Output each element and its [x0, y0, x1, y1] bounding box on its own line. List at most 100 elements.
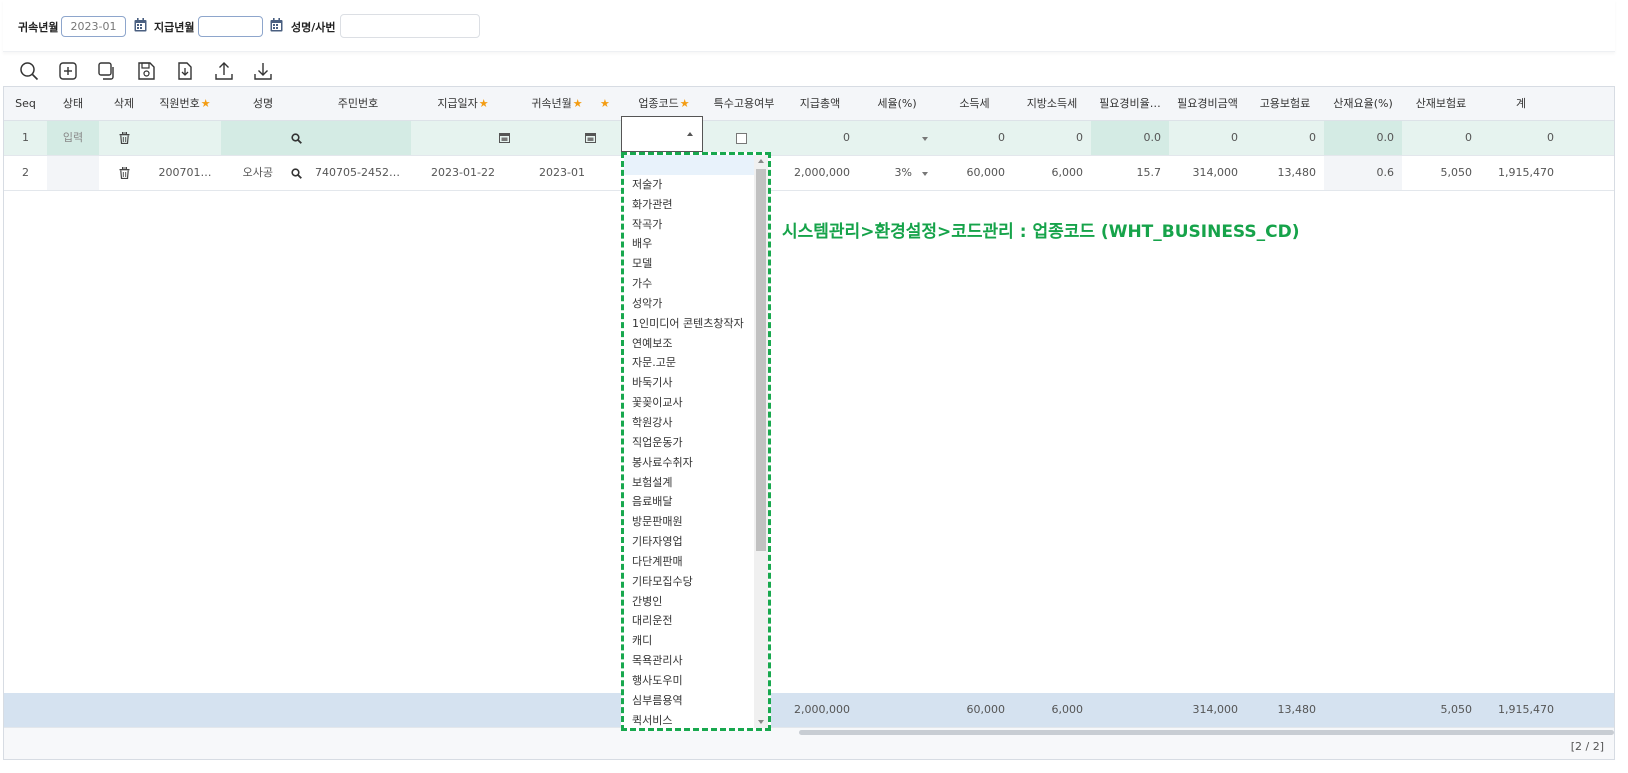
dropdown-item[interactable]: 캐디 [624, 631, 754, 651]
dropdown-item[interactable]: 배우 [624, 234, 754, 254]
cell-tax-rate[interactable]: 3% [858, 156, 920, 190]
cell-resident-no[interactable] [305, 121, 411, 155]
cell-ind-ins[interactable]: 0 [1402, 121, 1480, 155]
col-emp-ins[interactable]: 고용보험료 [1246, 87, 1324, 121]
chevron-up-icon[interactable] [687, 132, 693, 136]
calendar-icon[interactable] [585, 133, 596, 143]
special-emp-checkbox[interactable] [736, 133, 747, 144]
import-icon[interactable] [175, 61, 195, 81]
dropdown-item[interactable]: 심부름용역 [624, 691, 754, 711]
table-row[interactable]: 2 200701… 오사공 740705-2452… 2023-01-22 20… [4, 156, 1614, 191]
dropdown-item[interactable] [624, 155, 754, 175]
upload-icon[interactable] [214, 61, 234, 81]
cell-emp-no[interactable] [149, 121, 221, 155]
cell-exp-rate[interactable]: 0.0 [1091, 121, 1169, 155]
belong-ym-input[interactable]: 2023-01 [61, 16, 126, 37]
scroll-down-icon[interactable] [758, 720, 764, 724]
col-exp-amt[interactable]: 필요경비금액 [1169, 87, 1246, 121]
cell-exp-rate[interactable]: 15.7 [1091, 156, 1169, 190]
cell-local-tax[interactable]: 6,000 [1013, 156, 1091, 190]
scroll-up-icon[interactable] [758, 159, 764, 163]
pay-ym-input[interactable] [198, 16, 263, 37]
calendar-icon[interactable] [270, 18, 283, 32]
chevron-down-icon[interactable] [922, 137, 928, 141]
dropdown-item[interactable]: 꽃꽂이교사 [624, 393, 754, 413]
cell-tax-rate[interactable] [858, 121, 920, 155]
col-pay-date[interactable]: 지급일자★ [411, 87, 515, 121]
add-icon[interactable] [58, 61, 78, 81]
cell-emp-ins[interactable]: 13,480 [1246, 156, 1324, 190]
col-emp-no[interactable]: 직원번호★ [149, 87, 221, 121]
cell-pay-date[interactable]: 2023-01-22 [411, 156, 515, 190]
dropdown-item[interactable]: 화가관련 [624, 195, 754, 215]
biz-code-select[interactable] [621, 116, 703, 152]
cell-local-tax[interactable]: 0 [1013, 121, 1091, 155]
col-exp-rate[interactable]: 필요경비율… [1091, 87, 1169, 121]
dropdown-item[interactable]: 직업운동가 [624, 433, 754, 453]
dropdown-item[interactable]: 대리운전 [624, 611, 754, 631]
dropdown-item[interactable]: 다단계판매 [624, 552, 754, 572]
col-seq[interactable]: Seq [4, 87, 47, 121]
save-icon[interactable] [136, 61, 156, 81]
col-income-tax[interactable]: 소득세 [936, 87, 1013, 121]
dropdown-item[interactable]: 행사도우미 [624, 671, 754, 691]
cell-income-tax[interactable]: 0 [936, 121, 1013, 155]
cell-income-tax[interactable]: 60,000 [936, 156, 1013, 190]
dropdown-scrollbar[interactable] [754, 155, 768, 728]
cell-emp-no[interactable]: 200701… [149, 156, 221, 190]
dropdown-item[interactable]: 기타자영업 [624, 532, 754, 552]
cell-total-pay[interactable]: 2,000,000 [782, 156, 858, 190]
col-total[interactable]: 계 [1480, 87, 1562, 121]
name-input[interactable] [340, 14, 480, 38]
dropdown-item[interactable]: 방문판매원 [624, 512, 754, 532]
col-status[interactable]: 상태 [47, 87, 99, 121]
scroll-thumb[interactable] [756, 169, 766, 551]
dropdown-item[interactable]: 기타모집수당 [624, 572, 754, 592]
dropdown-item[interactable]: 1인미디어 콘텐츠창작자 [624, 314, 754, 334]
dropdown-item[interactable]: 퀵서비스 [624, 711, 754, 728]
dropdown-item[interactable]: 목욕관리사 [624, 651, 754, 671]
cell-ind-rate[interactable]: 0.0 [1324, 121, 1402, 155]
search-icon[interactable] [291, 133, 302, 144]
chevron-down-icon[interactable] [922, 172, 928, 176]
delete-icon[interactable] [119, 167, 130, 179]
cell-total-pay[interactable]: 0 [782, 121, 858, 155]
horizontal-scrollbar[interactable] [799, 730, 1614, 735]
col-ind-rate[interactable]: 산재요율(%) [1324, 87, 1402, 121]
dropdown-item[interactable]: 자문.고문 [624, 353, 754, 373]
col-delete[interactable]: 삭제 [99, 87, 149, 121]
cell-exp-amt[interactable]: 0 [1169, 121, 1246, 155]
cell-emp-ins[interactable]: 0 [1246, 121, 1324, 155]
col-local-tax[interactable]: 지방소득세 [1013, 87, 1091, 121]
calendar-icon[interactable] [499, 133, 510, 143]
dropdown-item[interactable]: 연예보조 [624, 334, 754, 354]
dropdown-item[interactable]: 저술가 [624, 175, 754, 195]
col-special-emp[interactable]: 특수고용여부 [706, 87, 782, 121]
search-icon[interactable] [19, 61, 39, 81]
dropdown-item[interactable]: 음료배달 [624, 492, 754, 512]
dropdown-item[interactable]: 성악가 [624, 294, 754, 314]
dropdown-item[interactable]: 보험설계 [624, 473, 754, 493]
cell-resident-no[interactable]: 740705-2452… [315, 156, 411, 190]
dropdown-item[interactable]: 간병인 [624, 592, 754, 612]
cell-total[interactable]: 0 [1480, 121, 1562, 155]
col-ind-ins[interactable]: 산재보험료 [1402, 87, 1480, 121]
delete-icon[interactable] [119, 132, 130, 144]
dropdown-item[interactable]: 가수 [624, 274, 754, 294]
dropdown-item[interactable]: 모델 [624, 254, 754, 274]
col-resident-no[interactable]: 주민번호 [305, 87, 411, 121]
col-total-pay[interactable]: 지급총액 [782, 87, 858, 121]
search-icon[interactable] [291, 168, 302, 179]
cell-total[interactable]: 1,915,470 [1480, 156, 1562, 190]
download-icon[interactable] [253, 61, 273, 81]
table-row[interactable]: 1 입력 0 0 0 0.0 0 0 0.0 0 0 [4, 121, 1614, 156]
cell-ind-ins[interactable]: 5,050 [1402, 156, 1480, 190]
dropdown-item[interactable]: 바둑기사 [624, 373, 754, 393]
copy-icon[interactable] [97, 61, 117, 81]
col-tax-rate[interactable]: 세율(%) [858, 87, 936, 121]
dropdown-item[interactable]: 학원강사 [624, 413, 754, 433]
biz-code-dropdown[interactable]: 저술가 화가관련 작곡가 배우 모델 가수 성악가 1인미디어 콘텐츠창작자 연예보조 자문.고문… [621, 152, 771, 731]
cell-ind-rate[interactable]: 0.6 [1324, 156, 1402, 190]
col-belong-ym[interactable]: 귀속년월★ [515, 87, 599, 121]
cell-belong-ym[interactable]: 2023-01 [515, 156, 599, 190]
